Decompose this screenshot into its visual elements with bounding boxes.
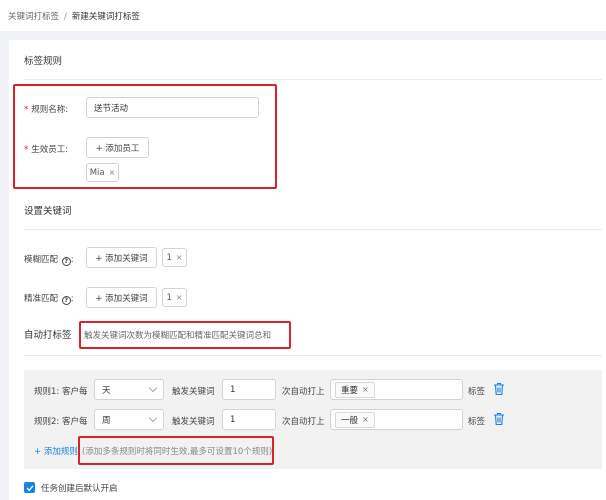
check-icon — [26, 484, 34, 491]
question-circle-icon[interactable]: ? — [61, 296, 71, 305]
chevron-down-icon — [148, 413, 158, 423]
fuzzy-keyword-count-chip: 1 × — [162, 248, 187, 267]
chevron-down-icon — [148, 383, 158, 393]
rule-2-auto-label: 次自动打上 — [282, 417, 325, 427]
exact-match-label: 精准匹配 ?: — [24, 294, 74, 305]
section-title-tag-rule: 标签规则 — [24, 56, 63, 67]
section-title-keywords: 设置关键词 — [24, 206, 72, 217]
rule-1-prefix: 规则1: 客户每 — [34, 387, 88, 397]
top-divider-band — [0, 31, 606, 40]
rule-2-prefix: 规则2: 客户每 — [34, 417, 88, 427]
divider — [24, 79, 602, 80]
left-gutter — [0, 31, 9, 500]
rule-1-tag-suffix: 标签 — [468, 387, 486, 397]
section-title-auto-tag: 自动打标签 — [24, 330, 72, 341]
add-exact-keyword-button[interactable]: + 添加关键词 — [86, 287, 157, 308]
close-icon[interactable]: × — [362, 385, 369, 394]
exact-keyword-count-chip: 1 × — [162, 288, 187, 307]
breadcrumb-parent[interactable]: 关键词打标签 — [8, 12, 59, 22]
add-rule-link[interactable]: + 添加规则 — [34, 445, 78, 457]
fuzzy-match-label: 模糊匹配 ?: — [24, 255, 74, 266]
close-icon[interactable]: × — [362, 415, 369, 424]
rule-2-tag-suffix: 标签 — [468, 417, 486, 427]
trash-icon[interactable] — [493, 412, 505, 426]
breadcrumb: 关键词打标签 / 新建关键词打标签 — [8, 10, 140, 22]
highlight-box-rule-form — [13, 84, 277, 189]
rule-1-times-input[interactable]: 1 — [222, 379, 276, 400]
rule-1-period-select[interactable]: 天 — [94, 379, 164, 400]
rule-1-auto-label: 次自动打上 — [282, 387, 325, 397]
close-icon[interactable]: × — [176, 293, 183, 302]
divider — [24, 355, 602, 356]
rule-2-tag-selector[interactable]: 一般 × — [330, 409, 463, 430]
rule-2-period-select[interactable]: 周 — [94, 409, 164, 430]
default-enable-checkbox[interactable] — [24, 482, 35, 493]
rule-1-tag-selector[interactable]: 重要 × — [330, 379, 463, 400]
rule-2-times-input[interactable]: 1 — [222, 409, 276, 430]
question-circle-icon[interactable]: ? — [61, 257, 71, 266]
breadcrumb-separator: / — [64, 12, 67, 22]
tag-chip: 重要 × — [335, 381, 375, 398]
divider — [24, 229, 602, 230]
default-enable-label: 任务创建后默认开启 — [41, 484, 118, 494]
highlight-box-hint — [78, 436, 274, 465]
close-icon[interactable]: × — [176, 253, 183, 262]
add-fuzzy-keyword-button[interactable]: + 添加关键词 — [86, 247, 157, 268]
rule-1-trigger-label: 触发关键词 — [172, 387, 215, 397]
rule-2-trigger-label: 触发关键词 — [172, 417, 215, 427]
tag-chip: 一般 × — [335, 411, 375, 428]
breadcrumb-current: 新建关键词打标签 — [71, 12, 140, 22]
highlight-box-description — [79, 321, 291, 349]
trash-icon[interactable] — [493, 382, 505, 396]
